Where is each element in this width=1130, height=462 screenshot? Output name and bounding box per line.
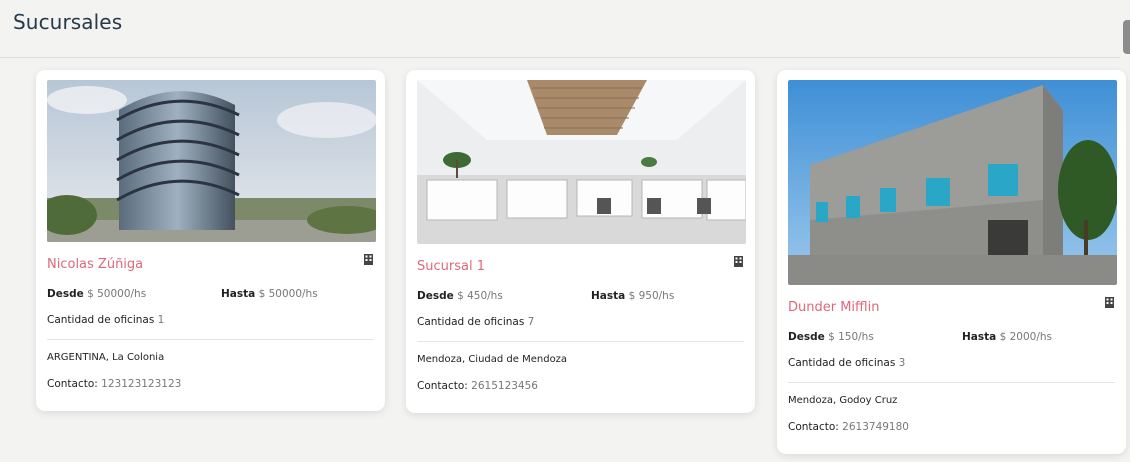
branch-image [417,80,746,244]
price-to-label: Hasta [221,288,256,300]
price-from: Desde $ 50000/hs [47,288,146,300]
contact-value: 123123123123 [101,378,182,390]
page-title: Sucursales [13,10,123,34]
price-to: Hasta $ 2000/hs [962,331,1052,343]
title-divider [0,57,1120,58]
contact: Contacto: 123123123123 [47,378,181,390]
price-to-label: Hasta [962,331,997,343]
price-to-value: $ 950/hs [628,290,675,302]
price-from-value: $ 150/hs [828,331,874,343]
branch-name-link[interactable]: Nicolas Zúñiga [47,257,143,272]
branch-location: ARGENTINA, La Colonia [47,352,165,363]
price-to-value: $ 50000/hs [258,288,318,300]
price-from-value: $ 450/hs [457,290,503,302]
card-divider [788,382,1115,383]
price-to: Hasta $ 950/hs [591,290,674,302]
building-icon [364,254,373,265]
branch-name-link[interactable]: Sucursal 1 [417,259,485,274]
office-count: Cantidad de oficinas 1 [47,314,164,326]
branch-card[interactable]: Dunder Mifflin Desde $ 150/hs Hasta $ 20… [777,70,1126,454]
price-from-label: Desde [417,290,454,302]
branch-image [47,80,376,242]
price-from-value: $ 50000/hs [87,288,147,300]
office-count-label: Cantidad de oficinas [417,316,525,328]
contact-value: 2615123456 [471,380,538,392]
branch-card[interactable]: Sucursal 1 Desde $ 450/hs Hasta $ 950/hs… [406,70,755,413]
contact: Contacto: 2613749180 [788,421,909,433]
card-divider [417,341,744,342]
building-icon [1105,297,1114,308]
price-from-label: Desde [788,331,825,343]
card-divider [47,339,374,340]
branch-card[interactable]: Nicolas Zúñiga Desde $ 50000/hs Hasta $ … [36,70,385,411]
price-to-label: Hasta [591,290,626,302]
branch-location: Mendoza, Godoy Cruz [788,395,898,406]
price-from: Desde $ 150/hs [788,331,874,343]
contact-label: Contacto: [417,380,468,392]
contact: Contacto: 2615123456 [417,380,538,392]
branch-image [788,80,1117,285]
office-count-value: 1 [157,314,165,326]
price-from-label: Desde [47,288,84,300]
branch-name-link[interactable]: Dunder Mifflin [788,300,879,315]
office-count-value: 7 [527,316,535,328]
price-to: Hasta $ 50000/hs [221,288,318,300]
building-icon [734,256,743,267]
scrollbar-handle[interactable] [1123,20,1130,54]
contact-label: Contacto: [47,378,98,390]
price-to-value: $ 2000/hs [999,331,1052,343]
branch-location: Mendoza, Ciudad de Mendoza [417,354,568,365]
office-count-label: Cantidad de oficinas [788,357,896,369]
office-count-value: 3 [898,357,906,369]
contact-label: Contacto: [788,421,839,433]
price-from: Desde $ 450/hs [417,290,503,302]
office-count-label: Cantidad de oficinas [47,314,155,326]
office-count: Cantidad de oficinas 3 [788,357,905,369]
office-count: Cantidad de oficinas 7 [417,316,534,328]
contact-value: 2613749180 [842,421,909,433]
